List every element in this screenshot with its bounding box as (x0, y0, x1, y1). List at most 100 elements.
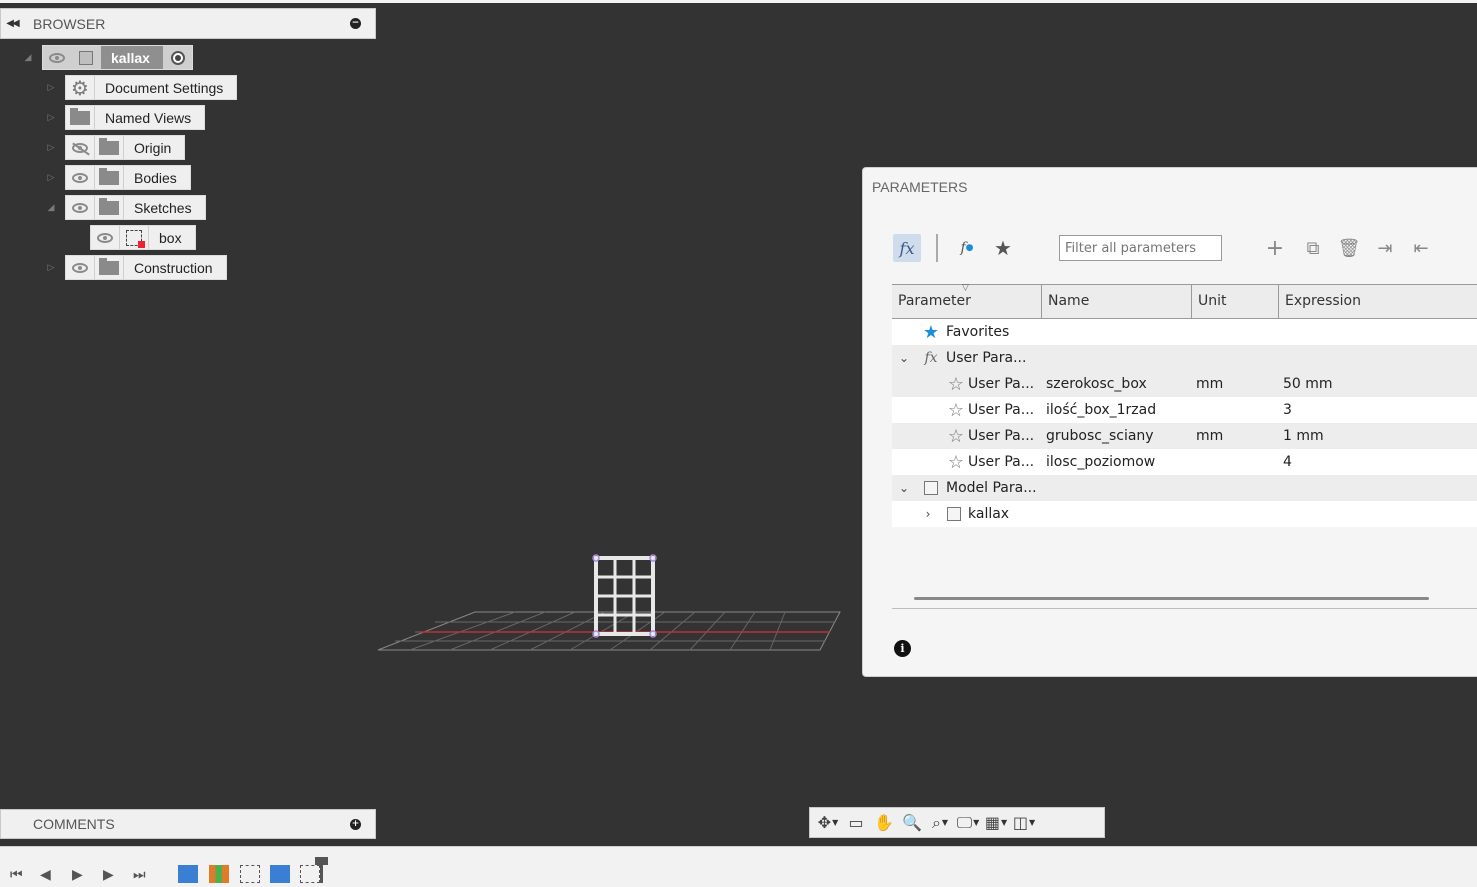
zoom-icon[interactable]: 🔍 (900, 812, 924, 834)
add-comment-button[interactable]: + (350, 818, 361, 830)
visibility-eye-icon[interactable] (66, 166, 95, 189)
visibility-eye-icon[interactable] (43, 46, 72, 69)
hidden-eye-icon[interactable] (66, 136, 95, 159)
item-label: box (159, 229, 182, 246)
gear-icon: ⚙ (66, 76, 95, 99)
table-row[interactable]: ☆ User Pa... ilość_box_1rzad 3 (892, 397, 1477, 423)
root-node[interactable]: kallax (42, 45, 193, 70)
expand-triangle-icon[interactable]: ◢ (22, 52, 34, 64)
export-parameters-icon[interactable]: ⇤ (1409, 234, 1433, 262)
expression-cell[interactable]: 1 mm (1279, 428, 1477, 444)
browser-item-named-views[interactable]: ▷ Named Views (45, 105, 206, 130)
import-parameters-icon[interactable]: ⇥ (1373, 234, 1397, 262)
grid-settings-icon[interactable]: ▦ ▼ (984, 812, 1008, 834)
browser-item-origin[interactable]: ▷ Origin (45, 135, 186, 160)
chevron-down-icon[interactable]: ⌄ (892, 351, 916, 365)
add-parameter-icon[interactable]: + (1263, 234, 1287, 262)
root-label: kallax (101, 46, 163, 69)
table-row[interactable]: ☆ User Pa... ilosc_poziomow 4 (892, 449, 1477, 475)
browser-item-document-settings[interactable]: ▷ ⚙ Document Settings (45, 75, 238, 100)
collapse-browser-icon[interactable]: ◀◀ (1, 18, 23, 29)
user-parameters-filter-icon[interactable]: f ● (955, 234, 979, 262)
go-to-end-icon[interactable]: ⏭ (133, 867, 146, 883)
name-cell: ilość_box_1rzad (1046, 402, 1157, 418)
timeline-sketch-icon[interactable] (300, 865, 320, 883)
browser-item-bodies[interactable]: ▷ Bodies (45, 165, 191, 190)
pan-hand-icon[interactable]: ✋ (872, 812, 896, 834)
param-cell: User Pa... (968, 402, 1035, 418)
go-to-start-icon[interactable]: ⏮ (10, 867, 23, 883)
expression-cell[interactable]: 4 (1279, 454, 1477, 470)
chevron-down-icon[interactable]: ⌄ (892, 481, 916, 495)
favorites-row[interactable]: ★ Favorites (892, 319, 1477, 345)
name-cell: grubosc_sciany (1046, 428, 1154, 444)
favorite-star-icon[interactable]: ☆ (944, 452, 968, 473)
favorite-star-icon[interactable]: ☆ (944, 400, 968, 421)
model-parameters-group-row[interactable]: ⌄ Model Para... (892, 475, 1477, 501)
browser-header: ◀◀ BROWSER − (0, 8, 376, 39)
filter-parameters-input[interactable] (1059, 235, 1222, 261)
collapse-triangle-icon[interactable]: ◢ (45, 202, 57, 214)
look-at-icon[interactable]: ▭ (844, 812, 868, 834)
copy-parameter-icon[interactable]: ⧉ (1301, 234, 1325, 262)
visibility-eye-icon[interactable] (66, 196, 95, 219)
parameters-title: PARAMETERS (872, 179, 968, 195)
column-header-parameter[interactable]: ▽ Parameter (892, 283, 1042, 318)
browser-minimize-button[interactable]: − (350, 18, 361, 29)
display-settings-icon[interactable]: 🖵 ▼ (956, 812, 980, 834)
expand-triangle-icon[interactable]: ▷ (45, 82, 57, 94)
table-row[interactable]: ☆ User Pa... grubosc_sciany mm 1 mm (892, 423, 1477, 449)
timeline-feature-icon[interactable] (209, 865, 229, 883)
viewport-canvas[interactable] (375, 540, 865, 665)
fit-zoom-icon[interactable]: ⌕ ▼ (928, 812, 952, 834)
favorites-filter-icon[interactable]: ★ (991, 234, 1015, 262)
expand-triangle-icon[interactable]: ▷ (45, 142, 57, 154)
fx-icon: fx (924, 350, 938, 366)
step-forward-icon[interactable]: ▶ (103, 867, 114, 883)
horizontal-scrollbar[interactable] (914, 597, 1429, 600)
unit-cell[interactable]: mm (1192, 376, 1279, 392)
comments-panel: COMMENTS + (0, 809, 376, 839)
expand-triangle-icon[interactable]: ▷ (45, 112, 57, 124)
timeline-feature-icon[interactable] (270, 865, 290, 883)
favorites-star-icon: ★ (922, 321, 940, 343)
chevron-right-icon[interactable]: › (916, 507, 940, 521)
visibility-eye-icon[interactable] (91, 226, 120, 249)
expression-cell[interactable]: 50 mm (1279, 376, 1477, 392)
column-header-unit[interactable]: Unit (1192, 285, 1279, 318)
viewports-icon[interactable]: ◫ ▼ (1012, 812, 1036, 834)
folder-icon (95, 196, 124, 219)
timeline-marker[interactable] (315, 857, 328, 883)
visibility-eye-icon[interactable] (66, 256, 95, 279)
item-label: Sketches (134, 199, 192, 216)
timeline-sketch-icon[interactable] (240, 865, 260, 883)
node-box: box (90, 225, 196, 250)
sketch-icon (120, 226, 149, 249)
expression-cell[interactable]: 3 (1279, 402, 1477, 418)
browser-item-sketches[interactable]: ◢ Sketches (45, 195, 206, 220)
fx-filter-icon[interactable]: fx (893, 234, 921, 262)
favorite-star-icon[interactable]: ☆ (944, 374, 968, 395)
favorite-star-icon[interactable]: ☆ (944, 426, 968, 447)
model-item-row[interactable]: › kallax (892, 501, 1477, 527)
step-back-icon[interactable]: ◀ (40, 867, 51, 883)
navigation-toolbar: ✥ ▼ ▭ ✋ 🔍 ⌕ ▼ 🖵 ▼ ▦ ▼ ◫ ▼ (809, 807, 1105, 838)
info-icon[interactable]: i (894, 640, 911, 657)
parameters-table: ▽ Parameter Name Unit Expression ★ Favori… (892, 283, 1477, 527)
user-parameters-group-row[interactable]: ⌄ fx User Para... (892, 345, 1477, 371)
column-header-name[interactable]: Name (1042, 285, 1192, 318)
browser-item-construction[interactable]: ▷ Construction (45, 255, 227, 280)
column-header-expression[interactable]: Expression (1279, 285, 1477, 318)
comments-title: COMMENTS (33, 816, 115, 832)
tree-root-row[interactable]: ◢ kallax (22, 45, 193, 70)
orbit-icon[interactable]: ✥ ▼ (816, 812, 840, 834)
table-row[interactable]: ☆ User Pa... szerokosc_box mm 50 mm (892, 371, 1477, 397)
expand-triangle-icon[interactable]: ▷ (45, 172, 57, 184)
expand-triangle-icon[interactable]: ▷ (45, 262, 57, 274)
delete-parameter-icon[interactable]: 🗑 (1337, 234, 1361, 262)
unit-cell[interactable]: mm (1192, 428, 1279, 444)
play-icon[interactable]: ▶ (72, 867, 83, 883)
browser-item-box-sketch[interactable]: box (90, 225, 196, 250)
timeline-feature-icon[interactable] (178, 865, 198, 883)
activate-radio-icon[interactable] (162, 46, 192, 69)
